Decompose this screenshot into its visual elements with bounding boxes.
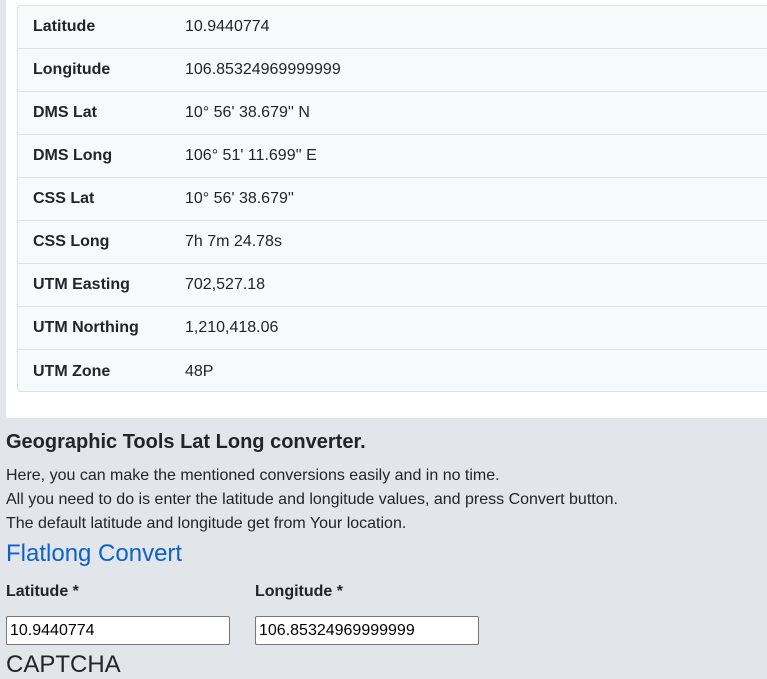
row-label-css-long: CSS Long <box>33 233 110 250</box>
row-label-latitude: Latitude <box>33 18 96 35</box>
table-row: CSS Lat 10° 56' 38.679'' <box>18 178 767 221</box>
table-row: Latitude 10.9440774 <box>18 6 767 49</box>
row-value-latitude: 10.9440774 <box>185 18 270 35</box>
latitude-label: Latitude * <box>6 583 79 600</box>
latitude-input[interactable] <box>6 616 230 645</box>
row-value-css-long: 7h 7m 24.78s <box>185 233 282 250</box>
table-row: UTM Easting 702,527.18 <box>18 264 767 307</box>
row-value-utm-easting: 702,527.18 <box>185 276 266 293</box>
table-row: UTM Northing 1,210,418.06 <box>18 307 767 350</box>
table-row: Longitude 106.85324969999999 <box>18 49 767 92</box>
description-line-3: The default latitude and longitude get f… <box>6 515 407 532</box>
row-label-utm-northing: UTM Northing <box>33 319 139 336</box>
row-label-utm-zone: UTM Zone <box>33 362 111 380</box>
table-row: CSS Long 7h 7m 24.78s <box>18 221 767 264</box>
row-value-dms-long: 106° 51' 11.699'' E <box>185 147 317 164</box>
row-value-utm-northing: 1,210,418.06 <box>185 319 279 336</box>
row-value-utm-zone: 48P <box>185 362 214 380</box>
row-label-dms-lat: DMS Lat <box>33 104 97 121</box>
converter-title: Flatlong Convert <box>6 540 183 567</box>
row-label-dms-long: DMS Long <box>33 147 113 164</box>
longitude-label: Longitude * <box>255 583 343 600</box>
row-label-css-lat: CSS Lat <box>33 190 95 207</box>
longitude-input[interactable] <box>255 616 479 645</box>
table-row: UTM Zone 48P <box>18 350 767 391</box>
results-panel: Latitude 10.9440774 Longitude 106.853249… <box>6 0 767 418</box>
row-value-css-lat: 10° 56' 38.679'' <box>185 190 294 207</box>
row-value-dms-lat: 10° 56' 38.679'' N <box>185 104 310 121</box>
description-line-2: All you need to do is enter the latitude… <box>6 491 618 508</box>
row-value-longitude: 106.85324969999999 <box>185 61 341 78</box>
row-label-longitude: Longitude <box>33 61 111 78</box>
table-row: DMS Long 106° 51' 11.699'' E <box>18 135 767 178</box>
page-heading: Geographic Tools Lat Long converter. <box>6 431 366 453</box>
description-line-1: Here, you can make the mentioned convers… <box>6 467 500 484</box>
results-table: Latitude 10.9440774 Longitude 106.853249… <box>17 5 767 392</box>
captcha-heading: CAPTCHA <box>6 651 121 678</box>
row-label-utm-easting: UTM Easting <box>33 276 130 293</box>
table-row: DMS Lat 10° 56' 38.679'' N <box>18 92 767 135</box>
